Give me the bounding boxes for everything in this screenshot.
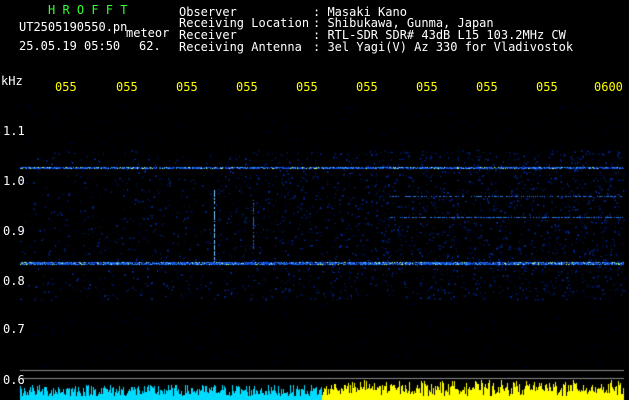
program-title: H R O F F T: [48, 3, 128, 17]
y-tick-label: 0.7: [3, 322, 25, 336]
time-tick-label: 055: [296, 80, 318, 94]
filename-label: UT2505190550.pn: [19, 20, 128, 34]
time-tick-label: 055: [116, 80, 138, 94]
y-tick-label: 1.0: [3, 174, 25, 188]
time-tick-label: 055: [176, 80, 198, 94]
meteor-label: meteor: [126, 26, 170, 40]
y-tick-label: 1.1: [3, 124, 25, 138]
datetime-label: 25.05.19 05:50: [19, 39, 121, 53]
y-tick-label: 0.8: [3, 274, 25, 288]
count-label: 62.: [139, 39, 161, 53]
antenna-label: Receiving Antenna: [179, 40, 302, 54]
time-tick-label: 055: [356, 80, 378, 94]
y-tick-label: 0.6: [3, 373, 25, 387]
spectrogram-canvas: [0, 0, 629, 400]
time-tick-label: 0600: [594, 80, 623, 94]
time-tick-label: 055: [55, 80, 77, 94]
time-tick-label: 055: [536, 80, 558, 94]
time-tick-label: 055: [416, 80, 438, 94]
time-tick-label: 055: [476, 80, 498, 94]
y-axis-unit: kHz: [1, 74, 23, 88]
antenna-value: : 3el Yagi(V) Az 330 for Vladivostok: [313, 40, 574, 54]
time-tick-label: 055: [236, 80, 258, 94]
y-tick-label: 0.9: [3, 224, 25, 238]
